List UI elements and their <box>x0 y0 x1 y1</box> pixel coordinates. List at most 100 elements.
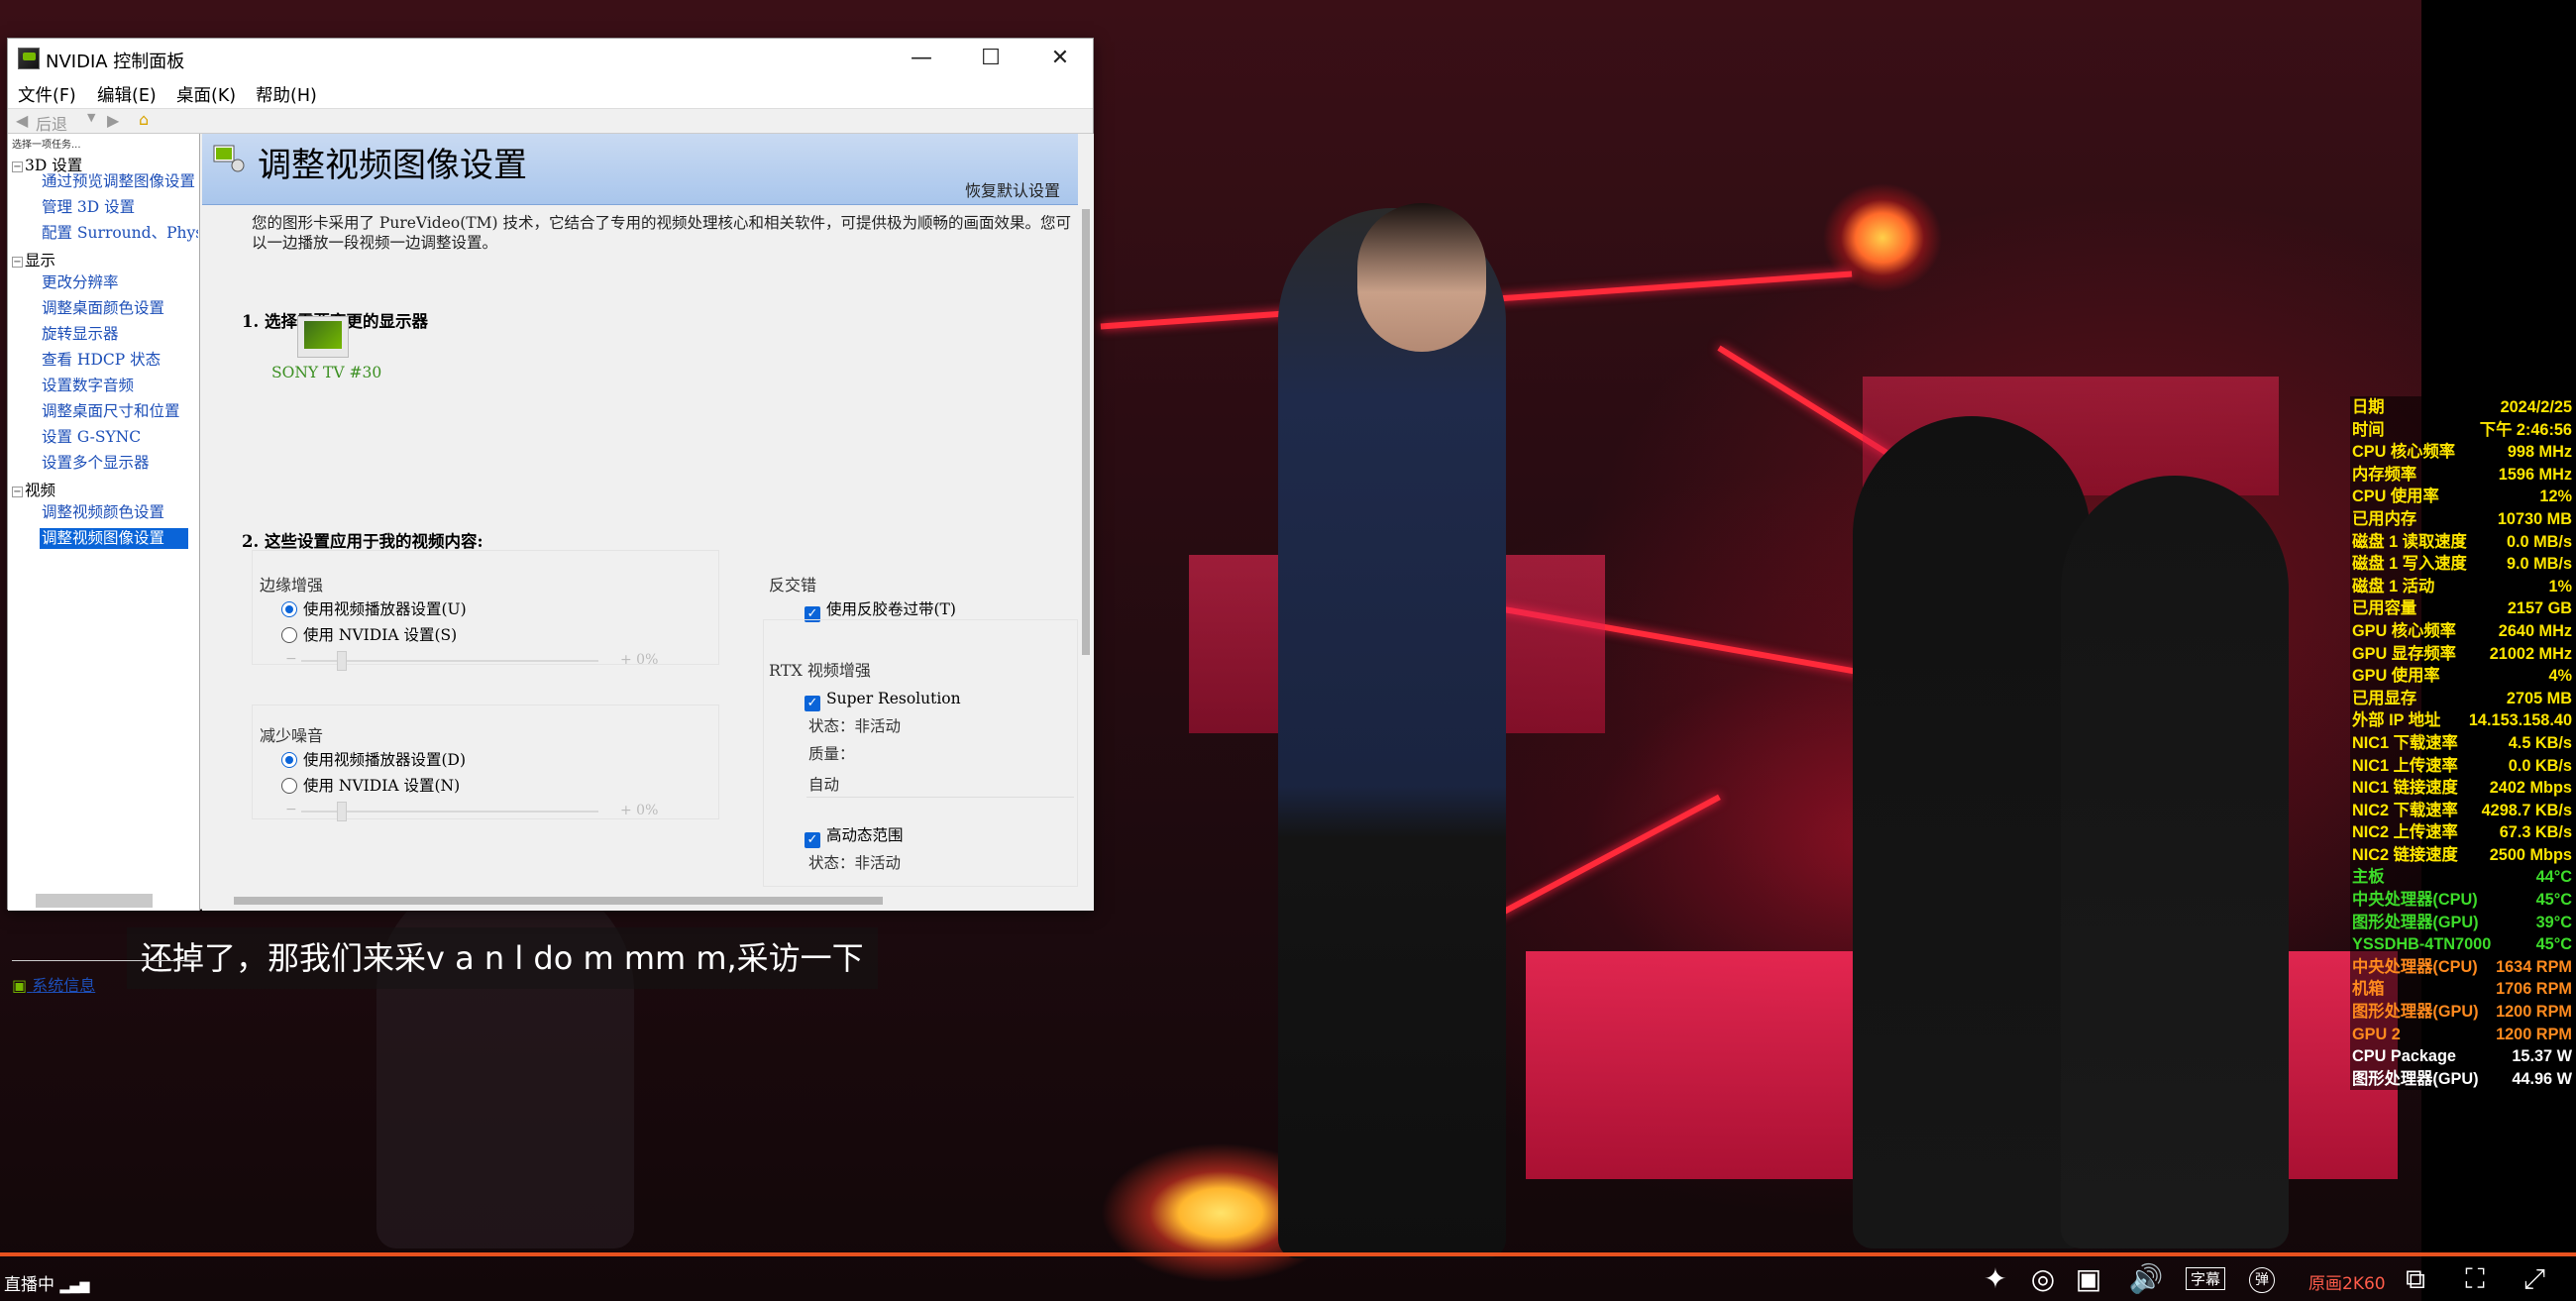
slider-thumb[interactable] <box>337 802 347 821</box>
minimize-button[interactable]: — <box>887 39 956 78</box>
content-horizontal-scrollbar[interactable] <box>202 891 1094 911</box>
tree-category-display[interactable]: − 显示 <box>12 249 55 271</box>
sidebar-item-hdcp[interactable]: 查看 HDCP 状态 <box>42 350 198 371</box>
osd-row: 机箱 1706 RPM <box>2350 978 2574 1002</box>
quality-select[interactable]: 自动 <box>806 772 1074 798</box>
sidebar-item-video-image[interactable]: 调整视频图像设置 <box>40 528 188 549</box>
web-fullscreen-icon[interactable]: ⛶ <box>2457 1264 2493 1294</box>
osd-label: 外部 IP 地址 <box>2352 711 2441 730</box>
osd-value: 4.5 KB/s <box>2508 733 2572 752</box>
osd-value: 44°C <box>2535 868 2572 887</box>
chevron-down-icon[interactable]: ▼ <box>87 111 95 124</box>
system-info-link[interactable]: ▣ 系统信息 <box>12 972 95 996</box>
osd-label: 磁盘 1 活动 <box>2352 577 2435 596</box>
osd-row: GPU 显存频率 21002 MHz <box>2350 642 2574 666</box>
home-icon[interactable]: ⌂ <box>139 110 149 129</box>
edge-label: 边缘增强 <box>260 576 324 595</box>
osd-value: 15.37 W <box>2512 1047 2572 1066</box>
nvidia-control-panel-window: NVIDIA 控制面板 — ☐ ✕ 文件(F) 编辑(E) 桌面(K) 帮助(H… <box>7 38 1094 995</box>
restore-defaults-link[interactable]: 恢复默认设置 <box>965 177 1060 201</box>
sidebar-item-manage-3d[interactable]: 管理 3D 设置 <box>42 197 198 218</box>
noise-player-radio[interactable]: 使用视频播放器设置(D) <box>281 750 466 770</box>
sidebar-item-preview-image[interactable]: 通过预览调整图像设置 <box>42 171 198 192</box>
hdr-checkbox[interactable]: ✓ 高动态范围 <box>805 825 904 848</box>
noise-nvidia-radio[interactable]: 使用 NVIDIA 设置(N) <box>281 776 460 796</box>
osd-row: NIC2 上传速率 67.3 KB/s <box>2350 821 2574 844</box>
danmaku-setting-icon[interactable]: ◎ <box>2025 1264 2061 1294</box>
sidebar-item-surround[interactable]: 配置 Surround、PhysX <box>42 223 198 244</box>
edge-player-radio[interactable]: 使用视频播放器设置(U) <box>281 599 467 619</box>
volume-icon[interactable]: 🔊 <box>2128 1264 2164 1294</box>
tree-category-video[interactable]: − 视频 <box>12 479 55 500</box>
osd-row: 时间 下午 2:46:56 <box>2350 418 2574 442</box>
menu-file[interactable]: 文件(F) <box>18 82 76 107</box>
slider-thumb[interactable] <box>337 651 347 671</box>
osd-row: 已用显存 2705 MB <box>2350 687 2574 710</box>
menu-desktop[interactable]: 桌面(K) <box>176 82 236 107</box>
osd-label: 磁盘 1 写入速度 <box>2352 555 2467 574</box>
effects-icon[interactable]: ✦ <box>1978 1264 2013 1294</box>
close-button[interactable]: ✕ <box>1025 39 1095 78</box>
scrollbar-thumb[interactable] <box>1082 209 1090 655</box>
quality-button[interactable]: 原画2K60 <box>2308 1269 2386 1294</box>
picture-in-picture-icon[interactable]: ▣ <box>2071 1264 2106 1294</box>
widescreen-icon[interactable]: ⧉ <box>2398 1264 2433 1294</box>
scrollbar-thumb[interactable] <box>234 897 883 905</box>
osd-row: NIC2 下载速率 4298.7 KB/s <box>2350 799 2574 822</box>
osd-label: CPU Package <box>2352 1047 2456 1066</box>
display-monitor-icon[interactable] <box>297 316 349 358</box>
quality-label: 质量： <box>808 745 855 763</box>
osd-value: 14.153.158.40 <box>2468 711 2572 730</box>
subtitle-button[interactable]: 字幕 <box>2186 1267 2226 1290</box>
sidebar-item-multi-display[interactable]: 设置多个显示器 <box>42 453 198 474</box>
menu-help[interactable]: 帮助(H) <box>256 82 317 107</box>
display-name[interactable]: SONY TV #30 <box>271 364 381 381</box>
osd-label: 中央处理器(CPU) <box>2352 957 2478 976</box>
osd-value: 45°C <box>2535 935 2572 954</box>
fullscreen-icon[interactable]: ⤢ <box>2517 1264 2552 1294</box>
osd-label: GPU 2 <box>2352 1025 2401 1043</box>
video-settings-icon <box>213 145 245 172</box>
osd-label: 日期 <box>2352 398 2385 416</box>
sidebar-item-audio[interactable]: 设置数字音频 <box>42 376 198 396</box>
danmaku-button[interactable]: 弹 <box>2249 1267 2275 1293</box>
sidebar-item-desktop-color[interactable]: 调整桌面颜色设置 <box>42 298 198 319</box>
forward-icon[interactable]: ▶ <box>107 111 119 130</box>
osd-label: GPU 显存频率 <box>2352 644 2456 663</box>
sidebar-item-resolution[interactable]: 更改分辨率 <box>42 272 198 293</box>
osd-row: CPU 使用率 12% <box>2350 486 2574 508</box>
sidebar-item-video-color[interactable]: 调整视频颜色设置 <box>42 502 198 523</box>
content-vertical-scrollbar[interactable] <box>1078 134 1094 891</box>
osd-value: 0.0 MB/s <box>2506 532 2572 551</box>
osd-value: 2402 Mbps <box>2489 779 2572 798</box>
menu-edit[interactable]: 编辑(E) <box>97 82 157 107</box>
osd-value: 10730 MB <box>2497 509 2572 528</box>
maximize-button[interactable]: ☐ <box>956 39 1025 78</box>
osd-label: 中央处理器(CPU) <box>2352 891 2478 910</box>
osd-value: 39°C <box>2535 913 2572 931</box>
osd-label: NIC2 链接速度 <box>2352 845 2458 864</box>
osd-row: GPU 核心频率 2640 MHz <box>2350 619 2574 643</box>
toolbar: ◀ 后退 ▼ ▶ ⌂ <box>8 108 1093 134</box>
back-button[interactable]: 后退 <box>36 111 67 135</box>
osd-label: GPU 使用率 <box>2352 667 2440 686</box>
osd-row: 日期 2024/2/25 <box>2350 396 2574 419</box>
sidebar-item-gsync[interactable]: 设置 G-SYNC <box>42 427 198 448</box>
osd-label: 机箱 <box>2352 980 2385 999</box>
osd-row: 已用内存 10730 MB <box>2350 507 2574 531</box>
osd-label: 已用容量 <box>2352 599 2417 618</box>
title-bar[interactable]: NVIDIA 控制面板 — ☐ ✕ <box>8 39 1093 78</box>
edge-nvidia-radio[interactable]: 使用 NVIDIA 设置(S) <box>281 625 457 645</box>
osd-value: 0.0 KB/s <box>2508 756 2572 775</box>
sidebar-horizontal-scrollbar[interactable] <box>36 894 153 908</box>
super-resolution-checkbox[interactable]: ✓ Super Resolution <box>805 689 961 711</box>
osd-value: 2705 MB <box>2506 689 2572 707</box>
sidebar-item-rotate[interactable]: 旋转显示器 <box>42 324 198 345</box>
osd-row: 磁盘 1 写入速度 9.0 MB/s <box>2350 553 2574 576</box>
rtx-label: RTX 视频增强 <box>769 661 871 680</box>
sidebar-item-desktop-size[interactable]: 调整桌面尺寸和位置 <box>42 401 198 422</box>
back-icon[interactable]: ◀ <box>16 111 28 130</box>
osd-value: 1706 RPM <box>2496 980 2572 999</box>
live-status: 直播中 ▂▄▆ <box>4 1270 89 1295</box>
osd-row: 磁盘 1 读取速度 0.0 MB/s <box>2350 530 2574 554</box>
